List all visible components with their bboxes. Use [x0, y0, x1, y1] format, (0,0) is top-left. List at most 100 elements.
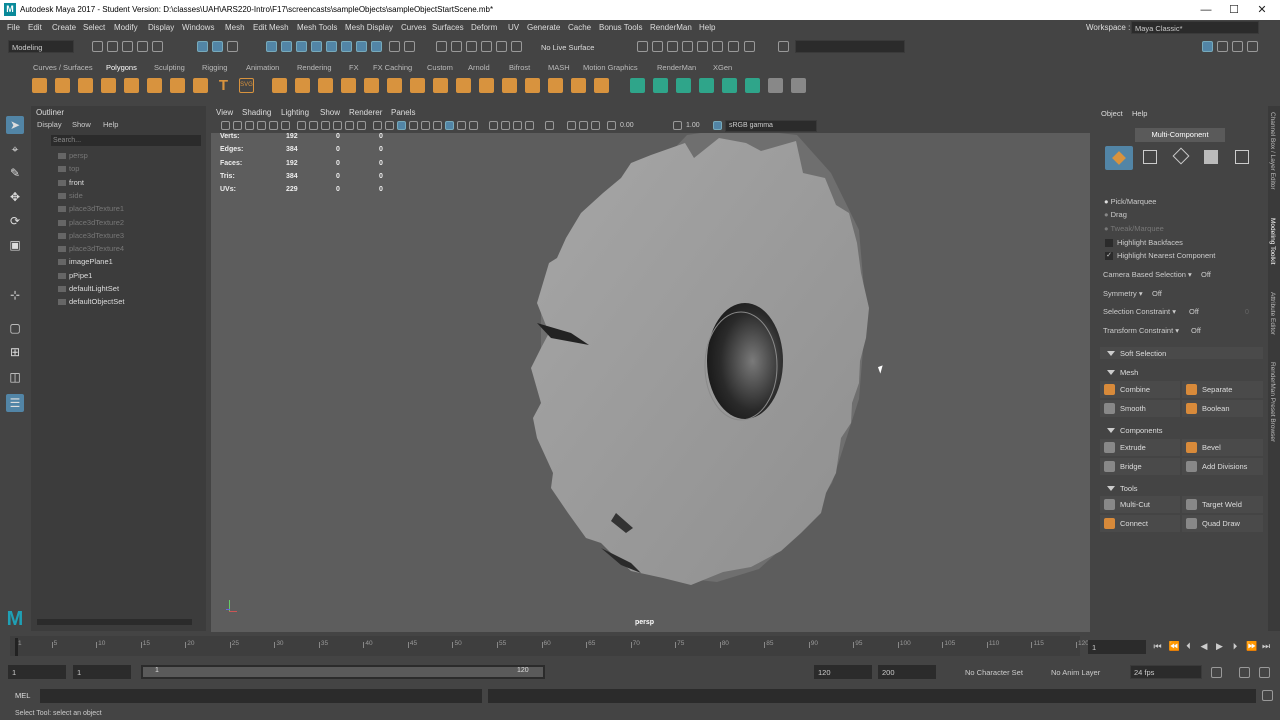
lasso-tool-icon[interactable]: ⌖: [6, 140, 24, 158]
minimize-button[interactable]: —: [1196, 3, 1216, 17]
outliner-item[interactable]: place3dTexture2: [58, 218, 124, 227]
uv-planar-icon[interactable]: [630, 78, 645, 93]
mirror-shelf-icon[interactable]: [594, 78, 609, 93]
color-management-icon[interactable]: [713, 121, 722, 130]
undo-icon[interactable]: [137, 41, 148, 52]
depth-of-field-icon[interactable]: [525, 121, 534, 130]
2d-pan-zoom-icon[interactable]: [269, 121, 278, 130]
make-live-icon[interactable]: [436, 41, 447, 52]
wireframe-icon[interactable]: [373, 121, 382, 130]
target-weld-button[interactable]: Target Weld: [1182, 496, 1263, 513]
shelf-tab-animation[interactable]: Animation: [246, 63, 279, 72]
outliner-item[interactable]: place3dTexture4: [58, 244, 124, 253]
snap-grid-icon[interactable]: [266, 41, 277, 52]
open-scene-icon[interactable]: [107, 41, 118, 52]
gear-model[interactable]: [211, 133, 1090, 632]
menu-mesh-tools[interactable]: Mesh Tools: [297, 23, 337, 32]
image-plane-icon[interactable]: [257, 121, 266, 130]
connect-button[interactable]: Connect: [1100, 515, 1180, 532]
render-view-icon[interactable]: [637, 41, 648, 52]
fill-hole-shelf-icon[interactable]: [548, 78, 563, 93]
shelf-tab-fx-caching[interactable]: FX Caching: [373, 63, 412, 72]
quad-draw-button[interactable]: Quad Draw: [1182, 515, 1263, 532]
ipr-icon[interactable]: [667, 41, 678, 52]
shelf-tab-polygons[interactable]: Polygons: [106, 63, 137, 72]
playback-button[interactable]: ⏵: [1231, 642, 1240, 651]
viewport-menu-show[interactable]: Show: [320, 108, 340, 117]
hypershade-icon[interactable]: [511, 41, 522, 52]
snap-face-icon[interactable]: [356, 41, 367, 52]
poly-sphere-icon[interactable]: [32, 78, 47, 93]
uv-automatic-icon[interactable]: [699, 78, 714, 93]
render-settings-icon[interactable]: [496, 41, 507, 52]
multi-cut-button[interactable]: Multi-Cut: [1100, 496, 1180, 513]
soft-selection-section[interactable]: Soft Selection: [1100, 347, 1263, 359]
playback-start-field[interactable]: 1: [73, 665, 131, 679]
offset-loop-shelf-icon[interactable]: [525, 78, 540, 93]
multisample-aa-icon[interactable]: [513, 121, 522, 130]
menu-file[interactable]: File: [7, 23, 20, 32]
viewport-panel[interactable]: View Shading Lighting Show Renderer Pane…: [211, 106, 1090, 632]
field-chart-icon[interactable]: [345, 121, 354, 130]
current-frame-field[interactable]: 1: [1088, 640, 1146, 654]
time-slider[interactable]: 1 5 10 15 20 25 30 35 40 45 50 55 60 65 70 75 80 85 90 95 10…: [0, 632, 1280, 660]
shadows-icon[interactable]: [433, 121, 442, 130]
mel-label[interactable]: MEL: [15, 691, 30, 700]
redo-icon[interactable]: [152, 41, 163, 52]
ipr-render-icon[interactable]: [481, 41, 492, 52]
menu-bonus-tools[interactable]: Bonus Tools: [599, 23, 642, 32]
arnold-render-icon[interactable]: [697, 41, 708, 52]
snap-view-plane-icon[interactable]: [311, 41, 322, 52]
pause-icon[interactable]: [744, 41, 755, 52]
poly-disc-icon[interactable]: [170, 78, 185, 93]
anim-layer-dropdown[interactable]: No Anim Layer: [1051, 668, 1100, 677]
grease-pencil-icon[interactable]: [281, 121, 290, 130]
outliner-scrollbar[interactable]: [37, 619, 192, 625]
shelf-tab-renderman[interactable]: RenderMan: [657, 63, 696, 72]
boolean-button[interactable]: Boolean: [1182, 400, 1263, 417]
shelf-tab-bifrost[interactable]: Bifrost: [509, 63, 530, 72]
separate-button[interactable]: Separate: [1182, 381, 1263, 398]
shelf-tab-fx[interactable]: FX: [349, 63, 359, 72]
menu-deform[interactable]: Deform: [471, 23, 497, 32]
renderman-render-icon[interactable]: [712, 41, 723, 52]
isolate-select-icon[interactable]: [545, 121, 554, 130]
range-slider-track[interactable]: 1 120: [141, 665, 545, 679]
grid-icon[interactable]: [297, 121, 306, 130]
shelf-tab-custom[interactable]: Custom: [427, 63, 453, 72]
current-time-marker[interactable]: [15, 638, 18, 656]
playback-button[interactable]: ⏪: [1169, 642, 1180, 651]
menu-curves[interactable]: Curves: [401, 23, 426, 32]
tab-channel-box[interactable]: Channel Box / Layer Editor: [1269, 112, 1276, 190]
pick-marquee-option[interactable]: ● Pick/Marquee: [1104, 197, 1156, 206]
boolean-shelf-icon[interactable]: [341, 78, 356, 93]
maximize-button[interactable]: ☐: [1224, 3, 1244, 17]
shelf-tab-mash[interactable]: MASH: [548, 63, 570, 72]
target-weld-shelf-icon[interactable]: [456, 78, 471, 93]
scale-tool-icon[interactable]: ▣: [6, 236, 24, 254]
poly-cylinder-icon[interactable]: [78, 78, 93, 93]
menu-edit[interactable]: Edit: [28, 23, 42, 32]
camera-attributes-icon[interactable]: [233, 121, 242, 130]
smooth-shade-icon[interactable]: [385, 121, 394, 130]
menu-renderman[interactable]: RenderMan: [650, 23, 692, 32]
shelf-tab-motion-graphics[interactable]: Motion Graphics: [583, 63, 638, 72]
multi-component-button[interactable]: Multi-Component: [1135, 128, 1225, 142]
combine-shelf-icon[interactable]: [272, 78, 287, 93]
lock-icon[interactable]: [389, 41, 400, 52]
single-perspective-view-icon[interactable]: ▢: [6, 319, 24, 337]
select-by-hierarchy-icon[interactable]: [197, 41, 208, 52]
outliner-item[interactable]: persp: [58, 151, 88, 160]
motion-blur-icon[interactable]: [501, 121, 510, 130]
gamma-value[interactable]: 1.00: [686, 122, 700, 129]
xray-icon[interactable]: [445, 121, 454, 130]
snap-curve-icon[interactable]: [281, 41, 292, 52]
gate-mask-icon[interactable]: [333, 121, 342, 130]
separate-shelf-icon[interactable]: [295, 78, 310, 93]
snap-vertex-icon[interactable]: [371, 41, 382, 52]
playback-button[interactable]: ⏭: [1262, 642, 1271, 651]
viewport-menu-panels[interactable]: Panels: [391, 108, 415, 117]
toolkit-setting-value[interactable]: Off: [1152, 289, 1162, 298]
mel-input-field[interactable]: [40, 689, 482, 703]
quad-draw-shelf-icon[interactable]: [479, 78, 494, 93]
